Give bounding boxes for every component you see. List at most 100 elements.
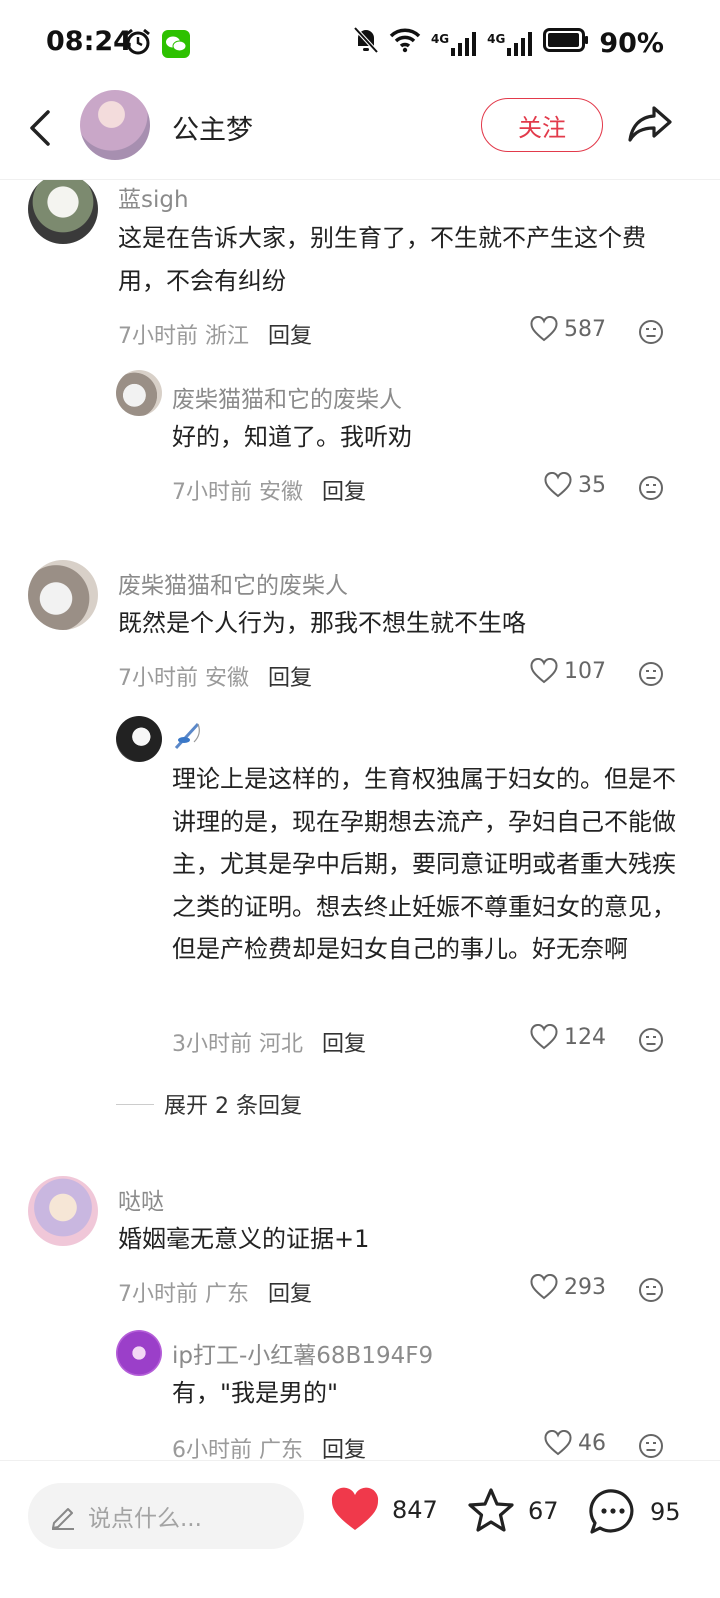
avatar[interactable] [28, 1176, 98, 1246]
status-time: 08:24 [46, 26, 132, 57]
author-name[interactable]: 公主梦 [172, 108, 253, 147]
bottom-bar: 说点什么... 847 67 95 [0, 1460, 720, 1598]
follow-button[interactable]: 关注 [481, 98, 603, 152]
avatar[interactable] [28, 560, 98, 630]
dislike-icon[interactable] [638, 475, 664, 501]
like-button[interactable]: 35 [544, 472, 606, 498]
comment-input-placeholder: 说点什么... [88, 1506, 202, 1532]
dislike-icon[interactable] [638, 1027, 664, 1053]
star-icon [468, 1488, 514, 1532]
favorite-button[interactable]: 67 [466, 1487, 559, 1535]
avatar[interactable] [116, 716, 162, 762]
network-type-2: 4G [487, 31, 506, 46]
dislike-icon[interactable] [638, 1433, 664, 1459]
reply-button[interactable]: 回复 [268, 324, 312, 349]
reply-username-emoji[interactable] [172, 720, 204, 758]
comment-location: 安徽 [205, 666, 250, 691]
dislike-icon[interactable] [638, 1277, 664, 1303]
status-bar: 08:24 4G 4G 90% [0, 0, 720, 86]
network-type-1: 4G [430, 31, 450, 46]
comment-location: 安徽 [259, 480, 304, 505]
status-right: 4G 4G 90% [353, 26, 664, 61]
status-left-icons [124, 28, 190, 60]
reply-button[interactable]: 回复 [322, 480, 366, 505]
favorite-count: 67 [528, 1497, 559, 1525]
reply-button[interactable]: 回复 [322, 1032, 366, 1057]
comment-meta: 6小时前 广东 回复 [172, 1432, 366, 1460]
author-avatar[interactable] [80, 90, 150, 160]
signal-icon-2: 4G [487, 31, 533, 56]
like-button[interactable]: 124 [530, 1024, 606, 1050]
comment-time: 6小时前 [172, 1438, 252, 1460]
like-button[interactable]: 46 [544, 1430, 606, 1456]
comment-text[interactable]: 有，"我是男的" [172, 1372, 672, 1415]
comment-meta: 7小时前 广东 回复 [118, 1276, 312, 1308]
reply-button[interactable]: 回复 [268, 666, 312, 691]
like-button[interactable]: 107 [530, 658, 606, 684]
avatar[interactable] [116, 370, 162, 416]
comment-username[interactable]: 废柴猫猫和它的废柴人 [118, 566, 348, 600]
comment-time: 7小时前 [172, 480, 252, 505]
fishing-emoji-icon [174, 722, 200, 750]
like-count: 124 [564, 1024, 606, 1050]
comment-meta: 7小时前 安徽 回复 [118, 660, 312, 692]
post-like-count: 847 [392, 1496, 438, 1524]
signal-icon: 4G [430, 31, 477, 56]
comment-meta: 7小时前 浙江 回复 [118, 318, 312, 350]
comment-username[interactable]: ip打工-小红薯68B194F9 [172, 1336, 433, 1370]
comment-time: 7小时前 [118, 666, 198, 691]
avatar[interactable] [28, 180, 98, 244]
comment-text[interactable]: 既然是个人行为，那我不想生就不生咯 [118, 602, 678, 645]
comment-location: 广东 [205, 1282, 250, 1307]
comment-meta: 3小时前 河北 回复 [172, 1026, 366, 1058]
comment-text[interactable]: 理论上是这样的，生育权独属于妇女的。但是不讲理的是，现在孕期想去流产，孕妇自己不… [172, 758, 680, 971]
like-count: 587 [564, 316, 606, 342]
like-count: 107 [564, 658, 606, 684]
comment-location: 广东 [259, 1438, 304, 1460]
heart-outline-icon [530, 316, 558, 342]
alarm-icon [124, 28, 152, 60]
heart-outline-icon [530, 1274, 558, 1300]
reply-button[interactable]: 回复 [322, 1438, 366, 1460]
header: 公主梦 关注 [0, 86, 720, 180]
comment-location: 河北 [259, 1032, 304, 1057]
comment-input[interactable]: 说点什么... [28, 1483, 304, 1549]
back-arrow-icon [30, 110, 50, 146]
like-count: 293 [564, 1274, 606, 1300]
heart-filled-icon [331, 1487, 379, 1530]
like-button[interactable]: 587 [530, 316, 606, 342]
heart-outline-icon [530, 658, 558, 684]
mute-bell-icon [353, 26, 379, 61]
share-button[interactable] [626, 102, 674, 146]
comment-text[interactable]: 婚姻毫无意义的证据+1 [118, 1218, 678, 1261]
comment-list: 蓝sigh 这是在告诉大家，别生育了，不生就不产生这个费用，不会有纠纷 7小时前… [0, 180, 720, 1460]
expand-replies[interactable]: 展开 2 条回复 [116, 1088, 302, 1120]
comment-time: 7小时前 [118, 1282, 198, 1307]
reply-button[interactable]: 回复 [268, 1282, 312, 1307]
comment-meta: 7小时前 安徽 回复 [172, 474, 366, 506]
back-button[interactable] [22, 106, 62, 150]
dislike-icon[interactable] [638, 661, 664, 687]
battery-icon [543, 28, 589, 59]
comment-time: 7小时前 [118, 324, 198, 349]
heart-outline-icon [544, 472, 572, 498]
comment-username[interactable]: 哒哒 [118, 1182, 164, 1216]
comment-count-button[interactable]: 95 [588, 1487, 681, 1537]
comment-username[interactable]: 蓝sigh [118, 180, 189, 214]
heart-outline-icon [530, 1024, 558, 1050]
comment-bubble-icon [589, 1489, 634, 1534]
comment-text[interactable]: 好的，知道了。我听劝 [172, 416, 672, 459]
comment-count: 95 [650, 1498, 681, 1526]
pencil-icon [52, 1508, 74, 1530]
comment-time: 3小时前 [172, 1032, 252, 1057]
like-post-button[interactable]: 847 [330, 1487, 438, 1533]
expand-divider [116, 1103, 154, 1105]
avatar[interactable] [116, 1330, 162, 1376]
battery-percent: 90% [599, 28, 664, 59]
comment-text[interactable]: 这是在告诉大家，别生育了，不生就不产生这个费用，不会有纠纷 [118, 217, 678, 302]
like-button[interactable]: 293 [530, 1274, 606, 1300]
comment-username[interactable]: 废柴猫猫和它的废柴人 [172, 380, 402, 414]
dislike-icon[interactable] [638, 319, 664, 345]
share-icon [628, 106, 672, 142]
like-count: 35 [578, 472, 606, 498]
